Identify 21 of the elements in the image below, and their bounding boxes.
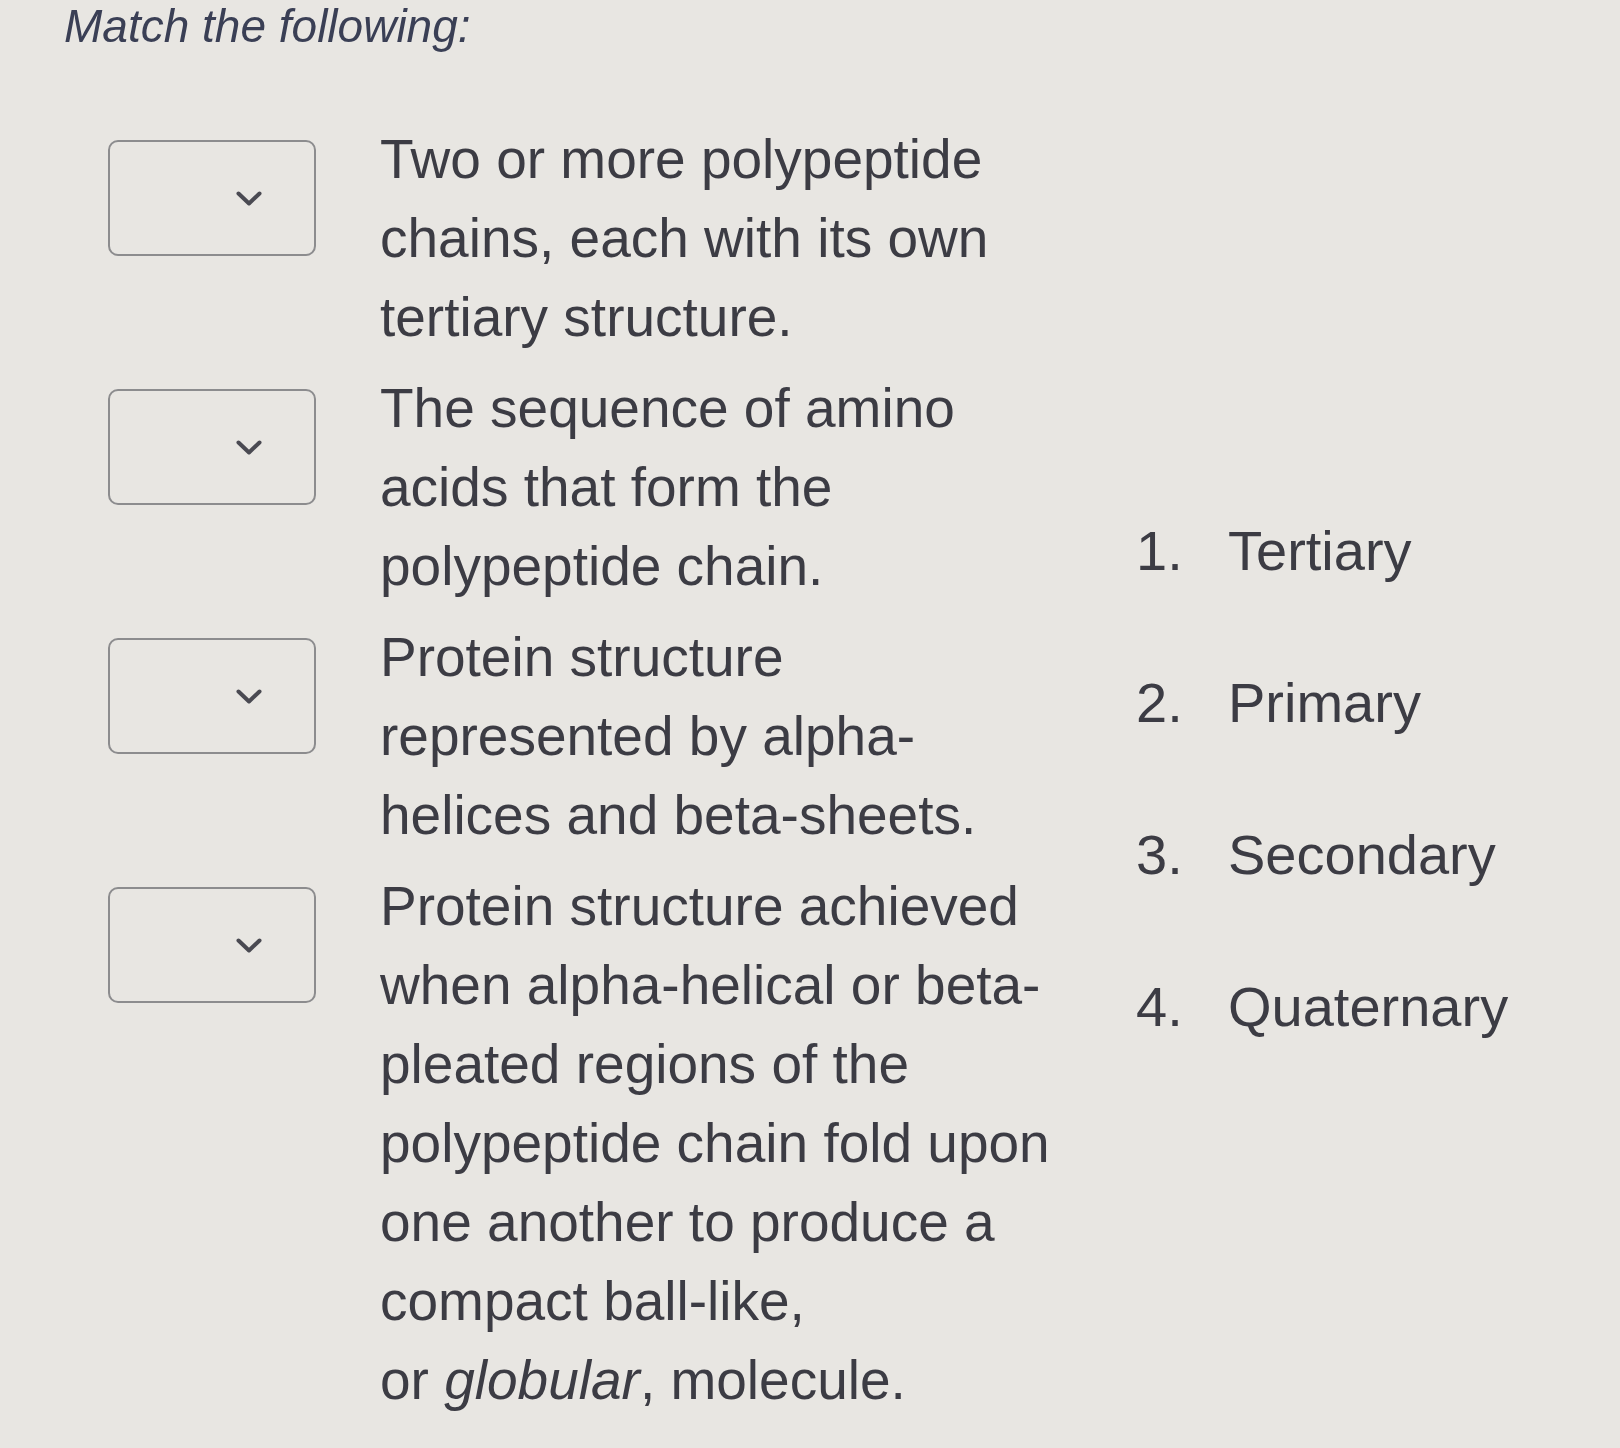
option-label: Tertiary xyxy=(1228,520,1412,584)
answer-dropdown[interactable] xyxy=(108,389,316,505)
prompt-text: Two or more polypeptide chains, each with its own tertiary structure. xyxy=(380,127,990,350)
option-number: 4. xyxy=(1136,976,1184,1040)
prompt-text: Protein structure represented by alpha-helices and beta-sheets. xyxy=(380,625,978,848)
option-label: Quaternary xyxy=(1228,976,1509,1040)
chevron-down-icon xyxy=(236,190,262,206)
option-number: 2. xyxy=(1136,672,1184,736)
option-label: Secondary xyxy=(1228,824,1496,888)
prompt-text: The sequence of amino acids that form the polypeptide chain. xyxy=(380,376,956,599)
chevron-down-icon xyxy=(236,937,262,953)
question-title: Match the following: xyxy=(64,0,472,52)
answer-dropdown[interactable] xyxy=(108,887,316,1003)
option-number: 3. xyxy=(1136,824,1184,888)
answer-dropdown[interactable] xyxy=(108,638,316,754)
prompt-text: Protein structure achieved when alpha-helical or beta-pleated regions of the polypeptide chain fold upon one another to produce a compact ball-like, or globular, molecule. xyxy=(380,874,1051,1413)
chevron-down-icon xyxy=(236,439,262,455)
chevron-down-icon xyxy=(236,688,262,704)
option-label: Primary xyxy=(1228,672,1421,736)
option-number: 1. xyxy=(1136,520,1184,584)
answer-dropdown[interactable] xyxy=(108,140,316,256)
